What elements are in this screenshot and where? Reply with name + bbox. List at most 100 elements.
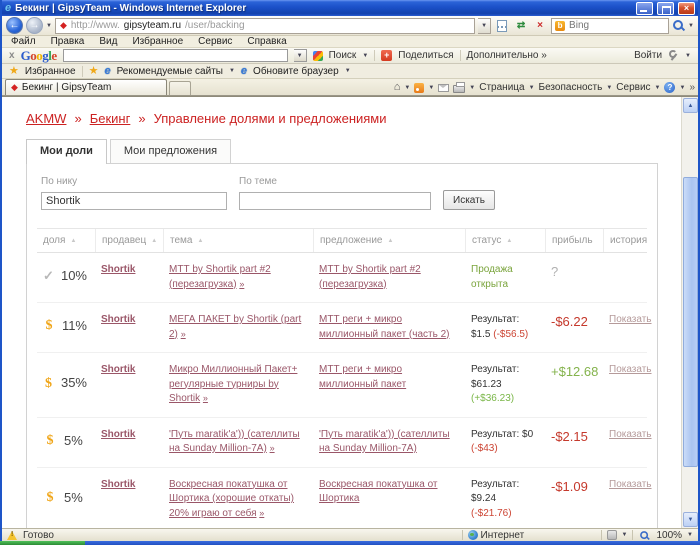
history-show-link[interactable]: Показать bbox=[609, 429, 652, 440]
warning-icon[interactable] bbox=[7, 530, 18, 540]
seller-link[interactable]: Shortik bbox=[101, 479, 135, 490]
help-icon[interactable]: ? bbox=[664, 82, 676, 93]
offer-link[interactable]: Воскресная покатушка от Шортика bbox=[319, 479, 438, 505]
google-search-dropdown[interactable]: ▼ bbox=[293, 49, 307, 62]
suggested-sites-button[interactable]: Рекомендуемые сайты bbox=[117, 66, 223, 77]
start-button[interactable] bbox=[0, 541, 85, 545]
protected-mode-icon[interactable] bbox=[606, 530, 617, 540]
compatibility-view-button[interactable] bbox=[494, 18, 510, 34]
chevron-down-icon[interactable]: ▼ bbox=[229, 68, 235, 74]
url-dropdown-button[interactable]: ▼ bbox=[478, 17, 492, 34]
menu-file[interactable]: Файл bbox=[11, 36, 36, 47]
menu-help[interactable]: Справка bbox=[247, 36, 286, 47]
history-show-link[interactable]: Показать bbox=[609, 364, 652, 375]
back-button[interactable]: ← bbox=[6, 17, 23, 34]
topic-input[interactable] bbox=[239, 192, 431, 210]
print-icon[interactable] bbox=[453, 82, 466, 93]
history-dropdown-icon[interactable]: ▼ bbox=[46, 23, 52, 29]
scrollbar-thumb[interactable] bbox=[683, 177, 698, 467]
chevron-down-icon[interactable]: ▼ bbox=[362, 53, 368, 59]
bing-search-input[interactable] bbox=[569, 20, 660, 31]
column-header[interactable]: статус ▲ bbox=[465, 229, 545, 252]
chevron-down-icon[interactable]: ▼ bbox=[679, 85, 685, 91]
external-link-icon[interactable]: » bbox=[239, 279, 244, 289]
browser-tab-active[interactable]: ◆ Бекинг | GipsyTeam bbox=[5, 79, 167, 95]
chevron-down-icon[interactable]: ▼ bbox=[428, 85, 434, 91]
seller-link[interactable]: Shortik bbox=[101, 364, 135, 375]
google-search-input[interactable] bbox=[62, 49, 288, 62]
close-button[interactable]: × bbox=[678, 1, 695, 15]
offer-link[interactable]: МТТ реги + микро миллионный пакет (часть… bbox=[319, 314, 450, 340]
new-tab-stub[interactable] bbox=[169, 81, 191, 95]
update-browser-button[interactable]: Обновите браузер bbox=[253, 66, 339, 77]
topic-link[interactable]: Микро Миллионный Пакет+ регулярные турни… bbox=[169, 364, 297, 404]
column-header[interactable]: тема ▲ bbox=[163, 229, 313, 252]
search-icon[interactable] bbox=[672, 19, 685, 32]
column-header[interactable]: доля ▲ bbox=[37, 229, 95, 252]
tab-my-shares[interactable]: Мои доли bbox=[26, 139, 107, 164]
chevron-down-icon[interactable]: ▼ bbox=[529, 85, 535, 91]
menu-edit[interactable]: Правка bbox=[51, 36, 85, 47]
zoom-icon[interactable] bbox=[640, 530, 650, 540]
tools-menu-button[interactable]: Сервис bbox=[616, 82, 650, 93]
offer-link[interactable]: 'Путь maratik'а')) (сателлиты на Sunday … bbox=[319, 429, 450, 455]
nick-input[interactable] bbox=[41, 192, 227, 210]
column-header[interactable]: предложение ▲ bbox=[313, 229, 465, 252]
external-link-icon[interactable]: » bbox=[203, 393, 208, 403]
breadcrumb-link-backing[interactable]: Бекинг bbox=[90, 111, 131, 126]
refresh-button[interactable]: ⇄ bbox=[513, 18, 529, 34]
topic-link[interactable]: МТТ by Shortik part #2 (перезагрузка) bbox=[169, 264, 271, 290]
search-options-icon[interactable]: ▼ bbox=[688, 23, 694, 29]
scroll-up-icon[interactable]: ▲ bbox=[683, 98, 698, 113]
google-share-button[interactable]: Поделиться bbox=[398, 50, 453, 61]
wrench-icon[interactable] bbox=[668, 50, 679, 61]
sort-asc-icon[interactable]: ▲ bbox=[506, 238, 512, 244]
breadcrumb-link-akmw[interactable]: AKMW bbox=[26, 111, 66, 126]
topic-link[interactable]: МЕГА ПАКЕТ by Shortik (part 2) bbox=[169, 314, 301, 340]
home-icon[interactable]: ⌂ bbox=[394, 82, 401, 93]
seller-link[interactable]: Shortik bbox=[101, 264, 135, 275]
offer-link[interactable]: МТТ реги + микро миллионный пакет bbox=[319, 364, 406, 390]
vertical-scrollbar[interactable]: ▲ ▼ bbox=[681, 97, 698, 528]
menu-tools[interactable]: Сервис bbox=[198, 36, 232, 47]
page-menu-button[interactable]: Страница bbox=[479, 82, 524, 93]
external-link-icon[interactable]: » bbox=[259, 508, 264, 518]
chevron-down-icon[interactable]: ▼ bbox=[469, 85, 475, 91]
tab-my-offers[interactable]: Мои предложения bbox=[109, 139, 232, 163]
seller-link[interactable]: Shortik bbox=[101, 429, 135, 440]
chevron-down-icon[interactable]: ▼ bbox=[345, 68, 351, 74]
column-header[interactable]: продавец ▲ bbox=[95, 229, 163, 252]
forward-button[interactable]: → bbox=[26, 17, 43, 34]
chevron-down-icon[interactable]: ▼ bbox=[606, 85, 612, 91]
add-favorite-star-icon[interactable]: ★ bbox=[89, 65, 99, 77]
chevron-down-icon[interactable]: ▼ bbox=[687, 532, 693, 538]
overflow-chevron-icon[interactable]: » bbox=[689, 82, 695, 93]
offer-link[interactable]: МТТ by Shortik part #2 (перезагрузка) bbox=[319, 264, 421, 290]
safety-menu-button[interactable]: Безопасность bbox=[539, 82, 603, 93]
chevron-down-icon[interactable]: ▼ bbox=[622, 532, 628, 538]
scroll-down-icon[interactable]: ▼ bbox=[683, 512, 698, 527]
external-link-icon[interactable]: » bbox=[270, 443, 275, 453]
search-button[interactable]: Искать bbox=[443, 190, 495, 210]
column-header[interactable]: история bbox=[603, 229, 647, 252]
topic-link[interactable]: Воскресная покатушка от Шортика (хорошие… bbox=[169, 479, 294, 519]
sort-asc-icon[interactable]: ▲ bbox=[70, 238, 76, 244]
mail-icon[interactable] bbox=[438, 83, 450, 92]
minimize-button[interactable] bbox=[636, 1, 653, 15]
google-search-button[interactable]: Поиск bbox=[329, 50, 357, 61]
google-more-button[interactable]: Дополнительно » bbox=[467, 50, 547, 61]
seller-link[interactable]: Shortik bbox=[101, 314, 135, 325]
topic-link[interactable]: 'Путь maratik'а')) (сателлиты на Sunday … bbox=[169, 429, 300, 455]
menu-favorites[interactable]: Избранное bbox=[132, 36, 183, 47]
rss-icon[interactable] bbox=[414, 82, 425, 93]
chevron-down-icon[interactable]: ▼ bbox=[404, 85, 410, 91]
sort-asc-icon[interactable]: ▲ bbox=[151, 238, 157, 244]
favorites-button[interactable]: Избранное bbox=[25, 66, 76, 77]
sort-asc-icon[interactable]: ▲ bbox=[387, 238, 393, 244]
column-header[interactable]: прибыль bbox=[545, 229, 603, 252]
stop-button[interactable]: × bbox=[532, 18, 548, 34]
zoom-level[interactable]: 100% bbox=[656, 530, 682, 541]
restore-button[interactable] bbox=[657, 1, 674, 15]
chevron-down-icon[interactable]: ▼ bbox=[685, 53, 691, 59]
search-box[interactable]: b bbox=[551, 17, 670, 34]
